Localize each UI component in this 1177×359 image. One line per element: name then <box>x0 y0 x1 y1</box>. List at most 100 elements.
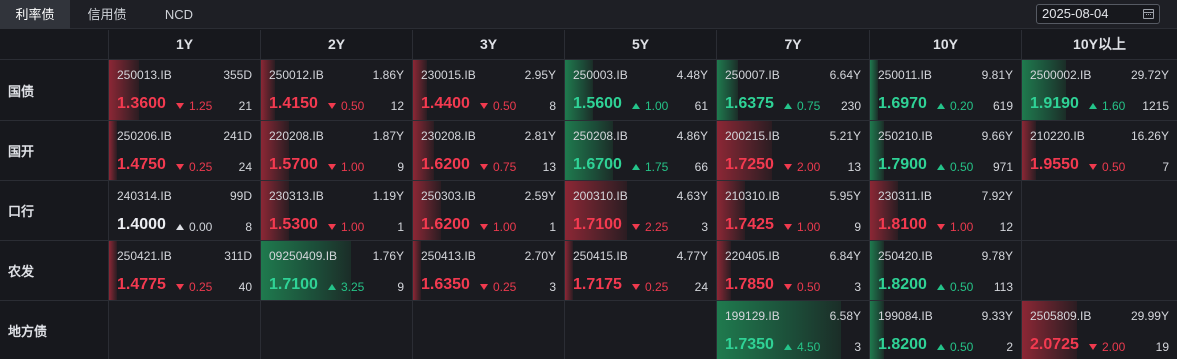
date-picker[interactable]: 2025-08-04 <box>1036 4 1160 24</box>
bond-code[interactable]: 199129.IB <box>725 309 780 323</box>
bond-code[interactable]: 240314.IB <box>117 189 172 203</box>
bond-yield: 1.4775 <box>117 276 166 293</box>
bond-code[interactable]: 200310.IB <box>573 189 628 203</box>
bond-cell[interactable]: 230015.IB 2.95Y 1.4400 0.50 8 <box>412 59 564 120</box>
bond-code[interactable]: 250011.IB <box>878 68 932 82</box>
calendar-icon[interactable] <box>1143 9 1154 19</box>
bond-code[interactable]: 250420.IB <box>878 249 933 263</box>
change-value: 0.25 <box>189 160 213 174</box>
bond-code[interactable]: 250210.IB <box>878 129 933 143</box>
bond-code[interactable]: 250208.IB <box>573 129 628 143</box>
bond-cell[interactable]: 250003.IB 4.48Y 1.5600 1.00 61 <box>564 59 716 120</box>
bond-cell[interactable]: 240314.IB 99D 1.4000 0.00 8 <box>108 180 260 240</box>
trade-count: 2 <box>1006 340 1013 354</box>
bond-cell[interactable]: 250007.IB 6.64Y 1.6375 0.75 230 <box>716 59 869 120</box>
tab-ncd[interactable]: NCD <box>144 0 214 29</box>
arrow-up-icon <box>632 103 640 109</box>
arrow-down-icon <box>1089 344 1097 350</box>
bond-code[interactable]: 230208.IB <box>421 129 476 143</box>
bond-cell[interactable]: 250420.IB 9.78Y 1.8200 0.50 113 <box>869 240 1021 300</box>
change-value: 1.75 <box>645 160 669 174</box>
bond-code[interactable]: 250421.IB <box>117 249 172 263</box>
bond-code[interactable]: 230311.IB <box>878 189 932 203</box>
bond-code[interactable]: 250415.IB <box>573 249 628 263</box>
bond-code[interactable]: 220208.IB <box>269 129 324 143</box>
arrow-up-icon <box>937 164 945 170</box>
bond-cell[interactable]: 250303.IB 2.59Y 1.6200 1.00 1 <box>412 180 564 240</box>
bond-cell[interactable]: 250206.IB 241D 1.4750 0.25 24 <box>108 120 260 180</box>
bond-yield: 1.7900 <box>878 156 927 173</box>
trade-count: 9 <box>397 160 404 174</box>
bond-cell[interactable]: 250013.IB 355D 1.3600 1.25 21 <box>108 59 260 120</box>
bond-yield: 1.7850 <box>725 276 774 293</box>
bond-cell[interactable]: 250413.IB 2.70Y 1.6350 0.25 3 <box>412 240 564 300</box>
bond-term: 6.84Y <box>829 249 861 263</box>
bond-cell[interactable]: 200215.IB 5.21Y 1.7250 2.00 13 <box>716 120 869 180</box>
trade-count: 1 <box>549 220 556 234</box>
trade-count: 1215 <box>1142 99 1169 113</box>
yield-change: 0.75 <box>784 99 820 113</box>
bond-cell[interactable]: 250210.IB 9.66Y 1.7900 0.50 971 <box>869 120 1021 180</box>
bond-code[interactable]: 09250409.IB <box>269 249 337 263</box>
bond-code[interactable]: 250003.IB <box>573 68 628 82</box>
empty-cell <box>1021 240 1177 300</box>
bond-cell[interactable]: 220208.IB 1.87Y 1.5700 1.00 9 <box>260 120 412 180</box>
bond-yield: 2.0725 <box>1030 336 1079 353</box>
bond-cell[interactable]: 2505809.IB 29.99Y 2.0725 2.00 19 <box>1021 300 1177 359</box>
change-value: 4.50 <box>797 340 821 354</box>
bond-code[interactable]: 250007.IB <box>725 68 780 82</box>
trade-count: 9 <box>397 280 404 294</box>
bond-yield: 1.5300 <box>269 216 318 233</box>
bond-cell[interactable]: 210220.IB 16.26Y 1.9550 0.50 7 <box>1021 120 1177 180</box>
bond-cell[interactable]: 210310.IB 5.95Y 1.7425 1.00 9 <box>716 180 869 240</box>
bond-cell[interactable]: 2500002.IB 29.72Y 1.9190 1.60 1215 <box>1021 59 1177 120</box>
bond-code[interactable]: 250206.IB <box>117 129 172 143</box>
bond-cell[interactable]: 09250409.IB 1.76Y 1.7100 3.25 9 <box>260 240 412 300</box>
trade-count: 8 <box>549 99 556 113</box>
bond-code[interactable]: 230015.IB <box>421 68 476 82</box>
bond-code[interactable]: 210310.IB <box>725 189 780 203</box>
tab-credit-bonds[interactable]: 信用债 <box>70 0 144 29</box>
bond-yield: 1.4750 <box>117 156 166 173</box>
bond-term: 241D <box>223 129 252 143</box>
trade-count: 7 <box>1162 160 1169 174</box>
bond-code[interactable]: 250012.IB <box>269 68 324 82</box>
change-value: 0.25 <box>189 280 213 294</box>
trade-count: 3 <box>854 280 861 294</box>
yield-change: 0.50 <box>937 340 973 354</box>
bond-cell[interactable]: 230208.IB 2.81Y 1.6200 0.75 13 <box>412 120 564 180</box>
column-header: 3Y <box>412 30 564 59</box>
bond-cell[interactable]: 199084.IB 9.33Y 1.8200 0.50 2 <box>869 300 1021 359</box>
bond-cell[interactable]: 199129.IB 6.58Y 1.7350 4.50 3 <box>716 300 869 359</box>
bond-cell[interactable]: 250208.IB 4.86Y 1.6700 1.75 66 <box>564 120 716 180</box>
bond-cell[interactable]: 250011.IB 9.81Y 1.6970 0.20 619 <box>869 59 1021 120</box>
bond-yield: 1.6700 <box>573 156 622 173</box>
bond-cell[interactable]: 230313.IB 1.19Y 1.5300 1.00 1 <box>260 180 412 240</box>
bond-cell[interactable]: 200310.IB 4.63Y 1.7100 2.25 3 <box>564 180 716 240</box>
bond-cell[interactable]: 220405.IB 6.84Y 1.7850 0.50 3 <box>716 240 869 300</box>
tab-rate-bonds[interactable]: 利率债 <box>0 0 70 29</box>
bond-cell[interactable]: 250012.IB 1.86Y 1.4150 0.50 12 <box>260 59 412 120</box>
bond-code[interactable]: 250303.IB <box>421 189 476 203</box>
bond-cell[interactable]: 250421.IB 311D 1.4775 0.25 40 <box>108 240 260 300</box>
bond-code[interactable]: 2500002.IB <box>1030 68 1091 82</box>
trade-count: 3 <box>549 280 556 294</box>
bond-cell[interactable]: 250415.IB 4.77Y 1.7175 0.25 24 <box>564 240 716 300</box>
bond-code[interactable]: 210220.IB <box>1030 129 1085 143</box>
bond-code[interactable]: 200215.IB <box>725 129 780 143</box>
bond-term: 16.26Y <box>1130 129 1169 143</box>
trade-count: 24 <box>694 280 708 294</box>
bond-code[interactable]: 199084.IB <box>878 309 933 323</box>
bond-code[interactable]: 250413.IB <box>421 249 476 263</box>
bond-yield: 1.4150 <box>269 95 318 112</box>
bond-code[interactable]: 230313.IB <box>269 189 324 203</box>
change-heat-bar <box>109 121 117 180</box>
bond-term: 99D <box>229 189 252 203</box>
bond-code[interactable]: 2505809.IB <box>1030 309 1091 323</box>
bond-term: 9.66Y <box>981 129 1013 143</box>
trade-count: 12 <box>390 99 404 113</box>
bond-code[interactable]: 250013.IB <box>117 68 172 82</box>
bond-code[interactable]: 220405.IB <box>725 249 780 263</box>
bond-cell[interactable]: 230311.IB 7.92Y 1.8100 1.00 12 <box>869 180 1021 240</box>
bond-yield: 1.6350 <box>421 276 470 293</box>
